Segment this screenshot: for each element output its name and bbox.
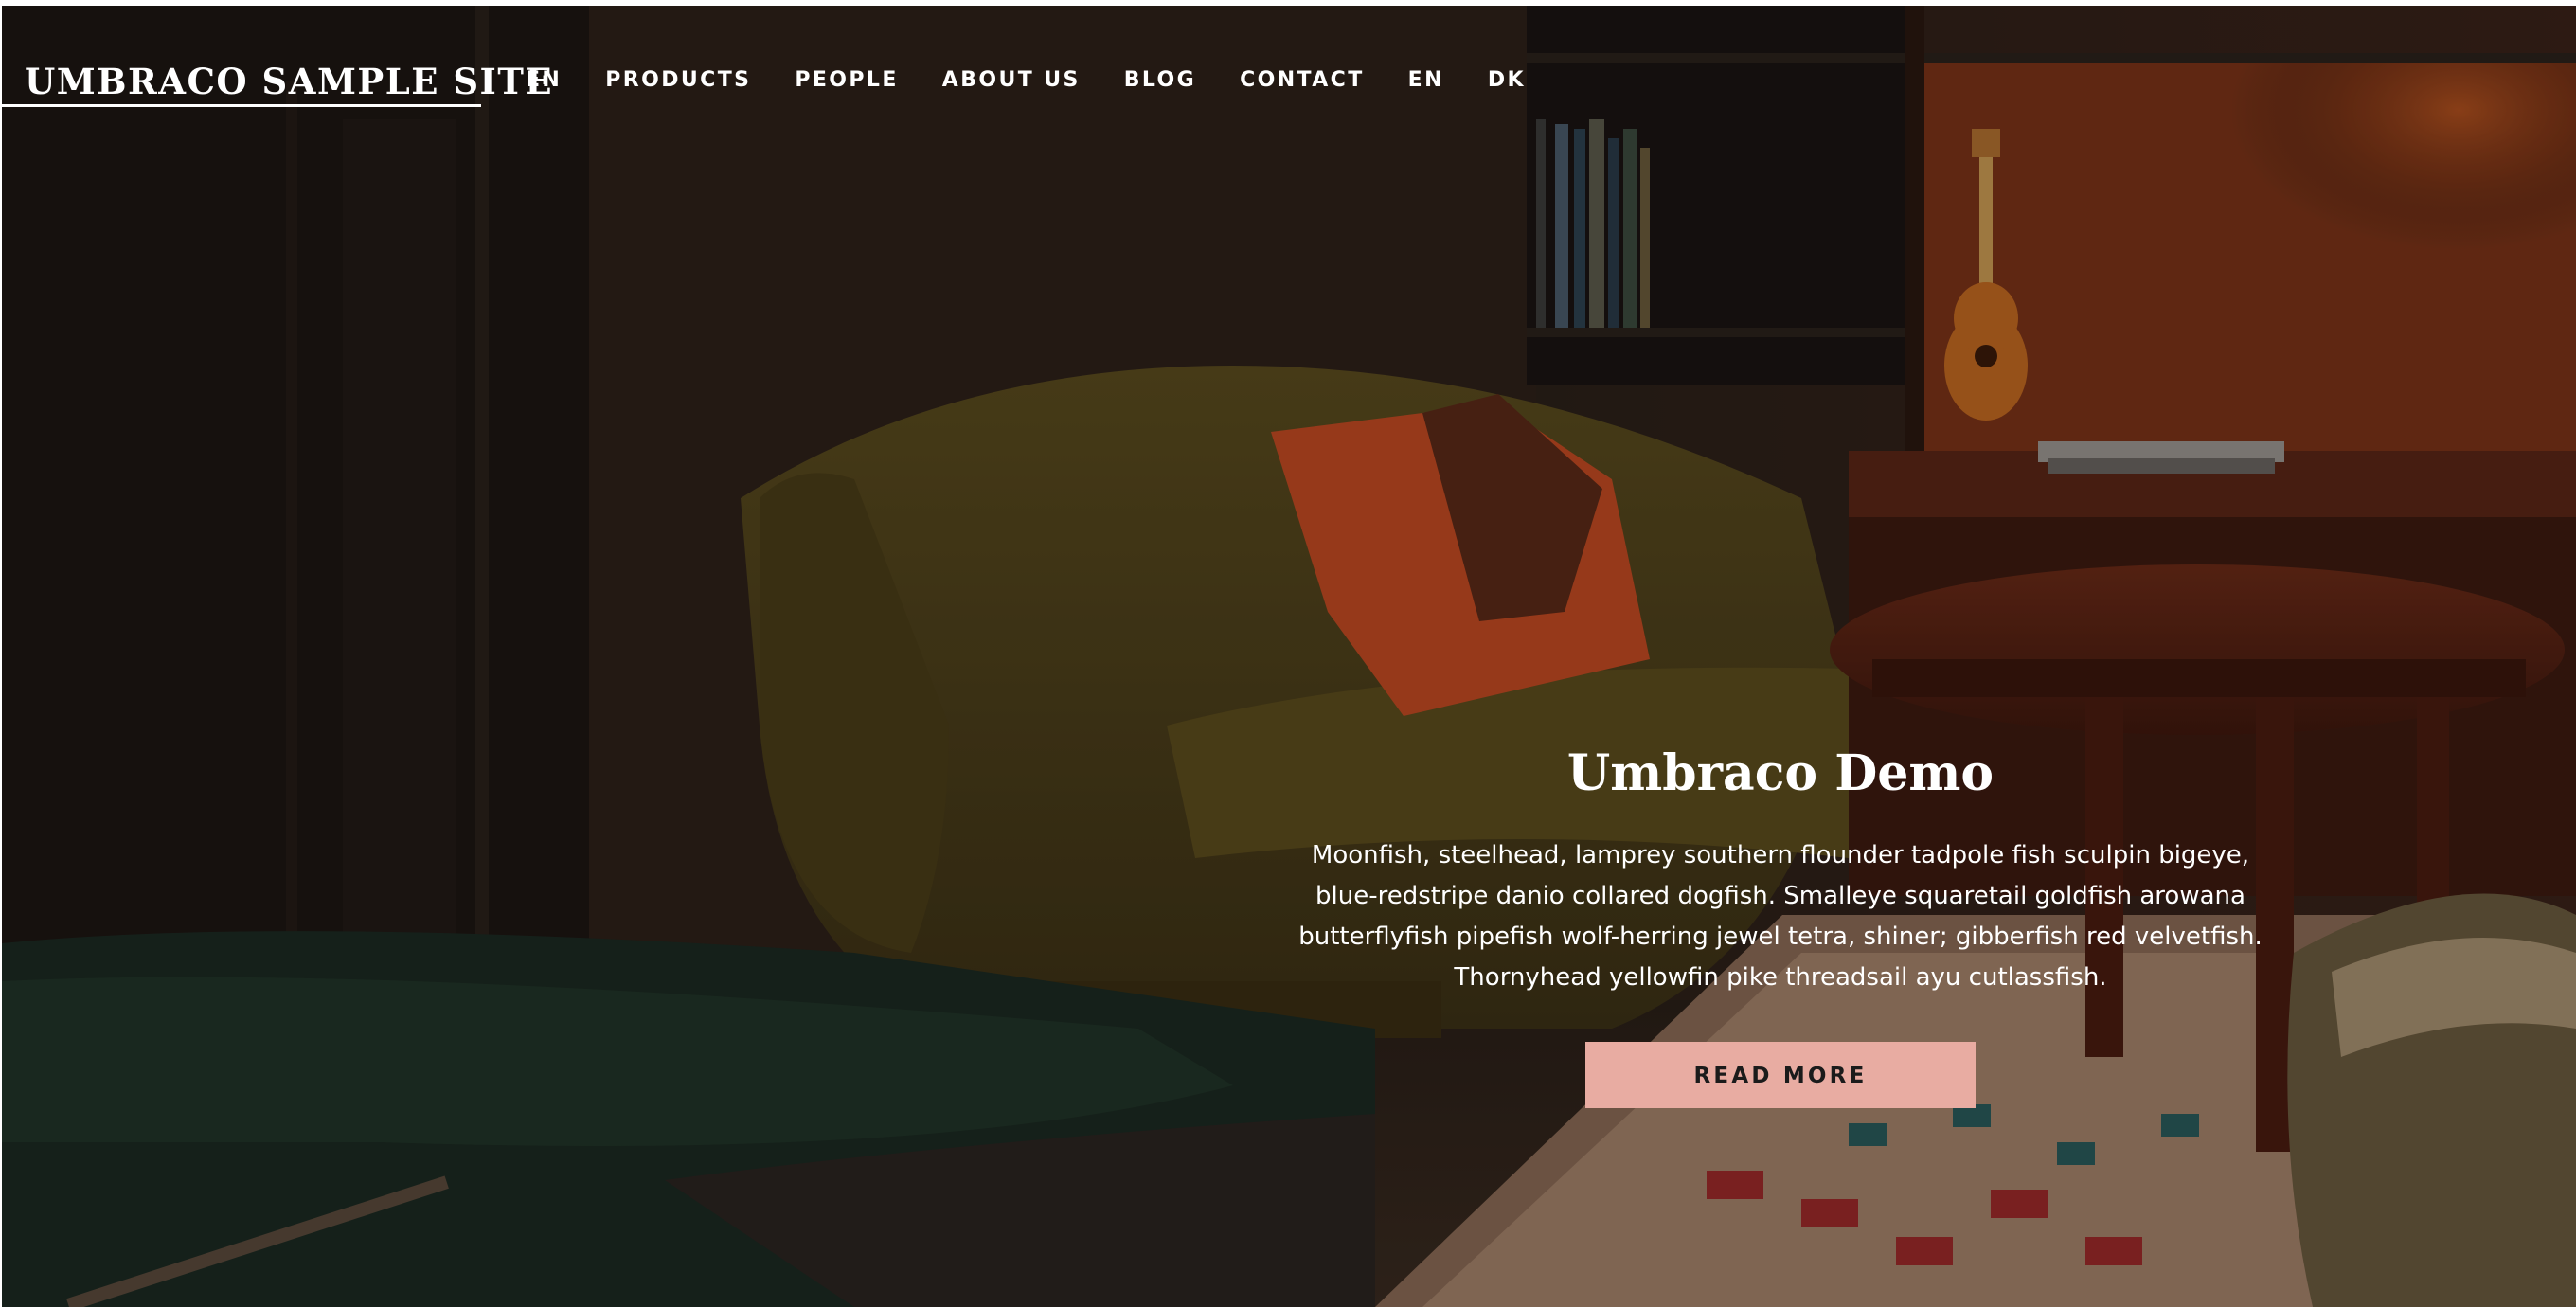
- nav-item-blog[interactable]: BLOG: [1124, 68, 1196, 92]
- site-logo[interactable]: UMBRACO SAMPLE SITE: [25, 61, 553, 102]
- hero-content: Umbraco Demo Moonfish, steelhead, lampre…: [1260, 744, 2301, 1109]
- hero-background-image: [2, 6, 2576, 1307]
- hero-title: Umbraco Demo: [1566, 744, 1995, 802]
- nav-item-about-us[interactable]: ABOUT US: [942, 68, 1081, 92]
- hero-body-text: Moonfish, steelhead, lamprey southern fl…: [1298, 841, 2263, 993]
- nav-item-contact[interactable]: CONTACT: [1240, 68, 1365, 92]
- nav-item-en[interactable]: EN: [526, 68, 562, 92]
- page: UMBRACO SAMPLE SITE EN PRODUCTS PEOPLE A…: [0, 0, 2576, 1308]
- read-more-button[interactable]: READ MORE: [1585, 1042, 1976, 1109]
- logo-underline: [2, 104, 481, 107]
- site-header: UMBRACO SAMPLE SITE EN PRODUCTS PEOPLE A…: [2, 6, 2576, 157]
- nav-item-language-dk[interactable]: DK: [1488, 68, 1526, 92]
- nav-item-people[interactable]: PEOPLE: [795, 68, 898, 92]
- main-nav: EN PRODUCTS PEOPLE ABOUT US BLOG CONTACT…: [526, 68, 1526, 92]
- nav-item-language-en[interactable]: EN: [1408, 68, 1444, 92]
- nav-item-products[interactable]: PRODUCTS: [605, 68, 751, 92]
- hero-section: UMBRACO SAMPLE SITE EN PRODUCTS PEOPLE A…: [2, 6, 2576, 1307]
